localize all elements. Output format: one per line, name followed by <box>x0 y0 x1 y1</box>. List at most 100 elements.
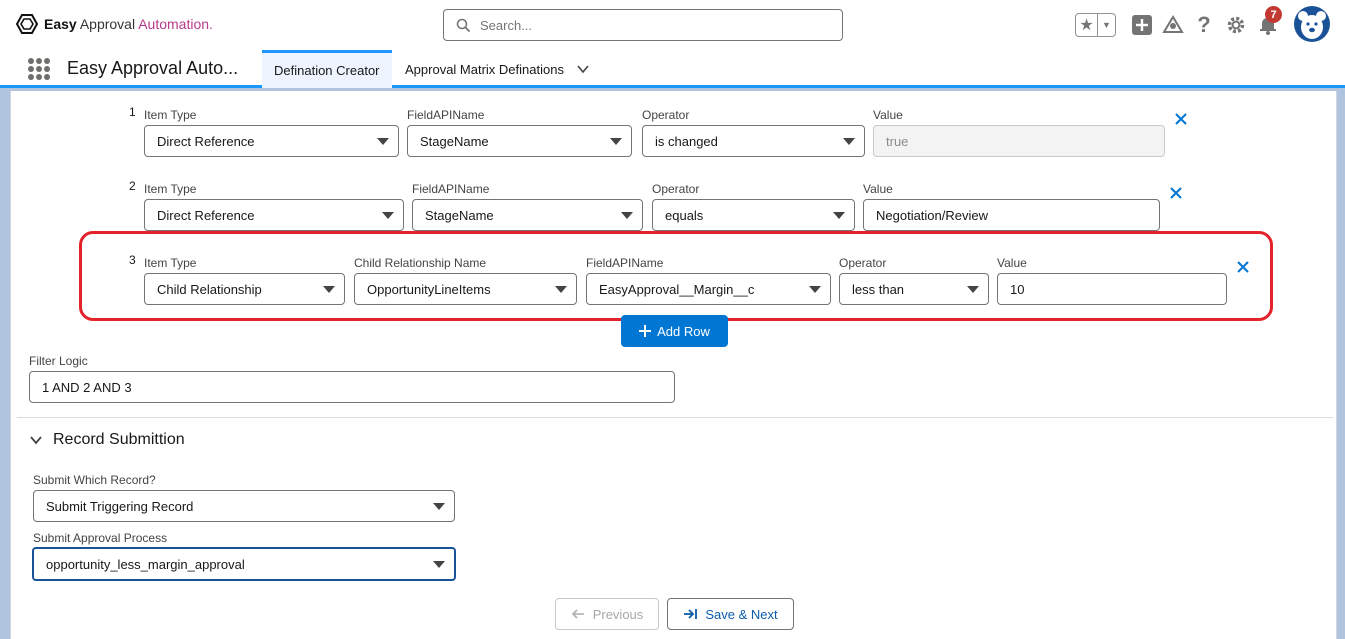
help-icon[interactable]: ? <box>1193 12 1215 37</box>
dropdown-arrow-icon <box>433 503 445 510</box>
remove-row-close-icon[interactable] <box>1169 186 1183 200</box>
field-api-name-value: StageName <box>420 133 489 149</box>
operator-select[interactable]: equals <box>652 199 855 231</box>
value-input[interactable]: Negotiation/Review <box>863 199 1160 231</box>
global-header: Easy Approval Automation. ★ ▼ ? 7 <box>0 0 1345 50</box>
row-number: 3 <box>129 253 136 267</box>
operator-select[interactable]: less than <box>839 273 989 305</box>
tab-approval-matrix-definations[interactable]: Approval Matrix Definations <box>393 50 576 88</box>
favorites-button[interactable]: ★ ▼ <box>1075 13 1116 37</box>
dropdown-arrow-icon <box>809 286 821 293</box>
value-label: Value <box>873 108 903 122</box>
field-api-name-select[interactable]: StageName <box>412 199 643 231</box>
child-relationship-name-select[interactable]: OpportunityLineItems <box>354 273 577 305</box>
item-type-select[interactable]: Direct Reference <box>144 199 404 231</box>
item-type-label: Item Type <box>144 108 197 122</box>
add-row-button[interactable]: Add Row <box>621 315 728 347</box>
child-relationship-name-value: OpportunityLineItems <box>367 281 491 297</box>
previous-button: Previous <box>555 598 659 630</box>
dropdown-arrow-icon <box>382 212 394 219</box>
save-next-button[interactable]: Save & Next <box>667 598 794 630</box>
submit-approval-process-value: opportunity_less_margin_approval <box>46 556 245 572</box>
dropdown-arrow-icon <box>843 138 855 145</box>
operator-label: Operator <box>642 108 690 122</box>
logo-text-automation: Automation. <box>138 16 213 32</box>
field-api-name-select[interactable]: EasyApproval__Margin__c <box>586 273 831 305</box>
submit-which-record-label: Submit Which Record? <box>33 473 156 487</box>
submit-approval-process-label: Submit Approval Process <box>33 531 168 545</box>
search-input[interactable] <box>478 16 818 34</box>
add-row-label: Add Row <box>657 323 710 339</box>
dropdown-arrow-icon <box>433 561 445 568</box>
value-label: Value <box>863 182 893 196</box>
app-launcher-icon[interactable] <box>28 58 50 80</box>
app-name: Easy Approval Auto... <box>67 58 239 78</box>
logo-text-approval: Approval <box>79 16 136 32</box>
remove-row-close-icon[interactable] <box>1236 260 1250 274</box>
item-type-label: Item Type <box>144 256 197 270</box>
dropdown-arrow-icon <box>967 286 979 293</box>
user-avatar[interactable] <box>1294 6 1330 42</box>
item-type-value: Child Relationship <box>157 281 262 297</box>
remove-row-close-icon[interactable] <box>1174 112 1188 126</box>
tab-defination-creator[interactable]: Defination Creator <box>262 50 392 88</box>
child-relationship-name-label: Child Relationship Name <box>354 256 487 270</box>
item-type-select[interactable]: Child Relationship <box>144 273 345 305</box>
section-title: Record Submittion <box>53 431 185 448</box>
submit-approval-process-select[interactable]: opportunity_less_margin_approval <box>32 547 456 581</box>
value-input[interactable]: 10 <box>997 273 1227 305</box>
operator-label: Operator <box>839 256 887 270</box>
value-label: Value <box>997 256 1027 270</box>
field-api-name-value: EasyApproval__Margin__c <box>599 281 755 297</box>
operator-value: is changed <box>655 133 718 149</box>
value-input: true <box>873 125 1165 157</box>
logo-text-easy: Easy <box>44 16 77 32</box>
arrow-right-to-bar-icon <box>684 609 698 619</box>
field-api-name-label: FieldAPIName <box>586 256 664 270</box>
submit-which-record-value: Submit Triggering Record <box>46 498 194 514</box>
add-icon <box>639 325 652 337</box>
dropdown-arrow-icon <box>555 286 567 293</box>
global-actions-icon[interactable] <box>1131 14 1153 36</box>
dropdown-arrow-icon <box>323 286 335 293</box>
filter-logic-label: Filter Logic <box>29 354 88 368</box>
section-divider <box>17 417 1333 418</box>
item-type-value: Direct Reference <box>157 133 255 149</box>
record-submission-section-toggle[interactable]: Record Submittion <box>29 431 185 449</box>
item-type-value: Direct Reference <box>157 207 255 223</box>
submit-which-record-select[interactable]: Submit Triggering Record <box>33 490 455 522</box>
item-type-select[interactable]: Direct Reference <box>144 125 399 157</box>
field-api-name-label: FieldAPIName <box>412 182 490 196</box>
dropdown-arrow-icon <box>833 212 845 219</box>
operator-select[interactable]: is changed <box>642 125 865 157</box>
trailhead-icon[interactable] <box>1162 14 1184 36</box>
notification-count-badge: 7 <box>1265 6 1282 23</box>
global-search[interactable] <box>443 9 843 41</box>
star-icon[interactable]: ★ <box>1076 14 1098 36</box>
operator-value: equals <box>665 207 704 223</box>
gear-icon[interactable] <box>1225 14 1247 36</box>
chevron-down-icon <box>30 436 42 445</box>
definition-card: 1 Item Type Direct Reference FieldAPINam… <box>10 91 1337 639</box>
search-icon <box>456 18 470 32</box>
row-number: 2 <box>129 179 136 193</box>
field-api-name-value: StageName <box>425 207 494 223</box>
field-api-name-select[interactable]: StageName <box>407 125 632 157</box>
item-type-label: Item Type <box>144 182 197 196</box>
logo-icon <box>16 14 38 34</box>
operator-label: Operator <box>652 182 700 196</box>
operator-value: less than <box>852 281 905 297</box>
arrow-left-icon <box>571 609 584 619</box>
dropdown-arrow-icon <box>621 212 633 219</box>
app-logo[interactable]: Easy Approval Automation. <box>16 14 213 34</box>
chevron-down-icon[interactable] <box>576 62 590 79</box>
save-next-label: Save & Next <box>705 606 778 622</box>
row-number: 1 <box>129 105 136 119</box>
dropdown-arrow-icon <box>377 138 389 145</box>
dropdown-arrow-icon <box>610 138 622 145</box>
filter-logic-input[interactable]: 1 AND 2 AND 3 <box>29 371 675 403</box>
previous-label: Previous <box>592 606 644 622</box>
field-api-name-label: FieldAPIName <box>407 108 485 122</box>
chevron-down-icon[interactable]: ▼ <box>1098 14 1115 36</box>
app-navigation-bar: Easy Approval Auto... Defination Creator… <box>0 50 1345 88</box>
